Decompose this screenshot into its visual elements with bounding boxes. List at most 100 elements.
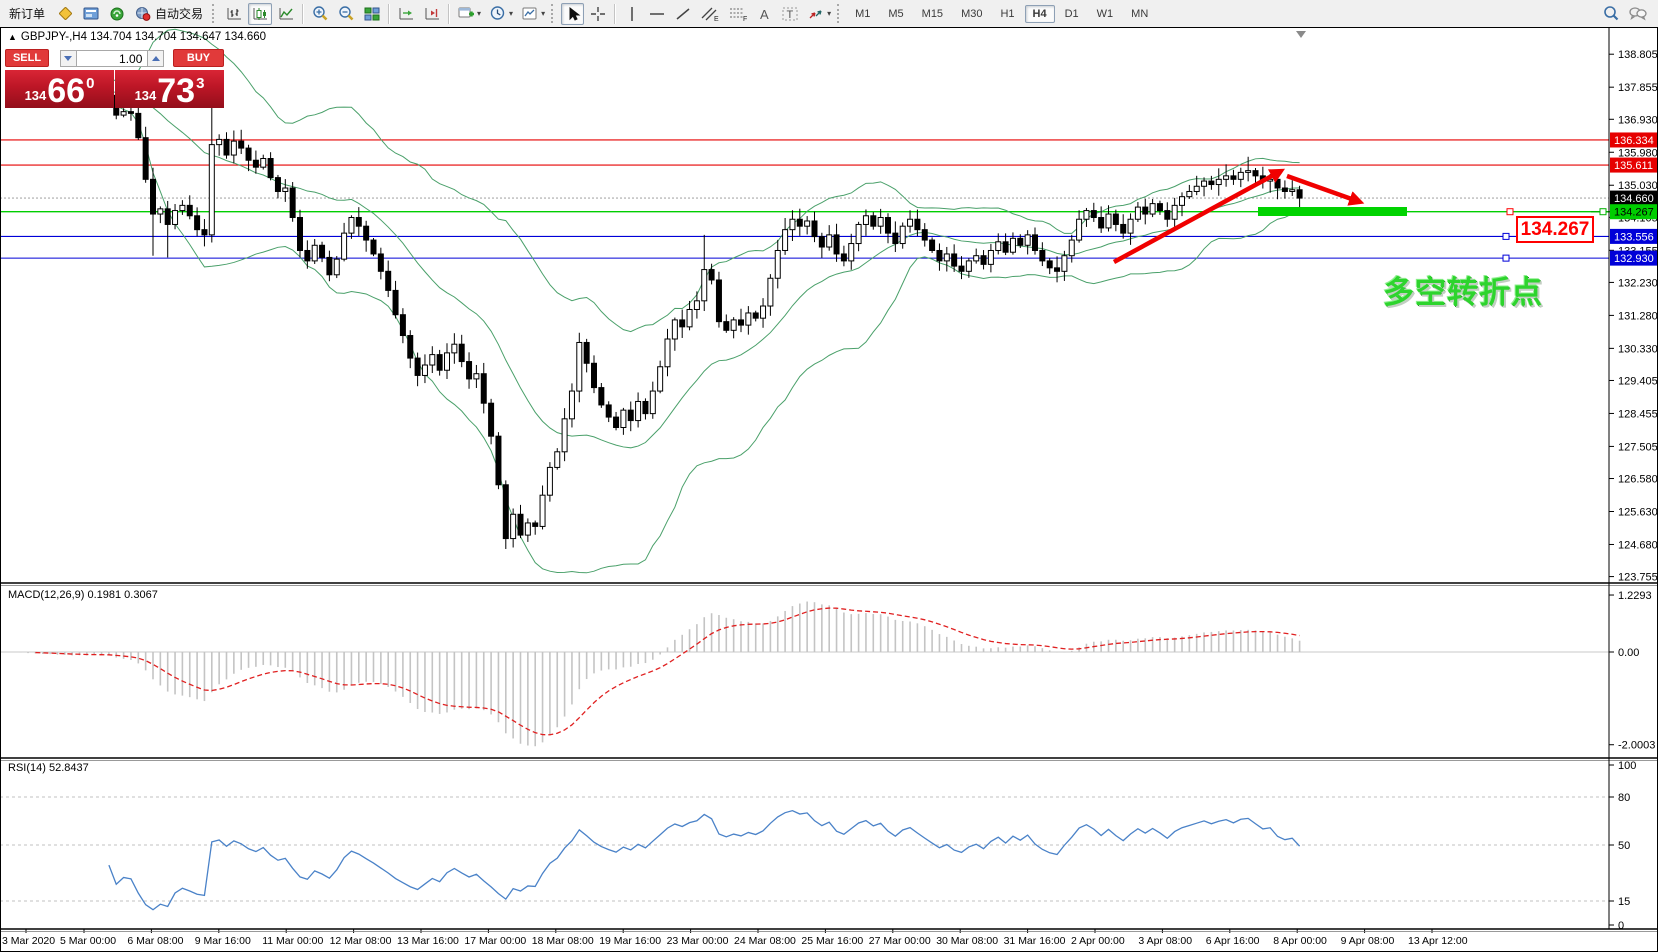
bar-chart-button[interactable] bbox=[222, 3, 246, 25]
candle-body bbox=[555, 452, 560, 468]
timeframe-button-m1[interactable]: M1 bbox=[847, 5, 878, 23]
volume-decrease-button[interactable] bbox=[60, 50, 77, 67]
candle-body bbox=[886, 218, 891, 234]
time-axis-label[interactable]: 13 Apr 12:00 bbox=[1408, 935, 1468, 947]
price-callout-label[interactable]: 134.267 bbox=[1516, 216, 1594, 243]
candle-body bbox=[650, 391, 655, 414]
text-label-button[interactable]: T bbox=[778, 3, 802, 25]
time-axis-label[interactable]: 25 Mar 16:00 bbox=[801, 935, 863, 947]
candle-body bbox=[195, 216, 200, 230]
sell-button[interactable]: SELL bbox=[5, 49, 49, 67]
buy-button[interactable]: BUY bbox=[173, 49, 224, 67]
zoom-out-button[interactable] bbox=[334, 3, 358, 25]
candle-body bbox=[783, 230, 788, 251]
chart-canvas[interactable]: 138.805137.855136.930135.980135.030134.1… bbox=[0, 27, 1658, 952]
price-badge-label: 132.930 bbox=[1614, 253, 1654, 265]
arrows-button[interactable]: ▾ bbox=[804, 3, 834, 25]
search-button[interactable] bbox=[1599, 3, 1623, 25]
time-axis-label[interactable]: 18 Mar 08:00 bbox=[532, 935, 594, 947]
toolbar-separator bbox=[448, 4, 450, 24]
volume-input[interactable]: 1.00 bbox=[77, 50, 148, 67]
time-axis-label[interactable]: 5 Mar 00:00 bbox=[60, 935, 116, 947]
cursor-button[interactable] bbox=[561, 3, 584, 25]
object-anchor-marker[interactable] bbox=[1507, 209, 1513, 215]
toolbar-separator bbox=[614, 4, 616, 24]
toolbar-grip[interactable] bbox=[551, 4, 558, 23]
vertical-line-button[interactable] bbox=[620, 3, 643, 25]
annotation-text[interactable]: 多空转折点 bbox=[1383, 267, 1543, 312]
candle-body bbox=[371, 240, 376, 254]
time-axis-label[interactable]: 30 Mar 08:00 bbox=[936, 935, 998, 947]
candle-body bbox=[768, 278, 773, 306]
candlestick-chart-button[interactable] bbox=[248, 3, 272, 25]
candle-body bbox=[592, 363, 597, 387]
timeframe-button-mn[interactable]: MN bbox=[1123, 5, 1156, 23]
line-chart-button[interactable] bbox=[274, 3, 298, 25]
toolbar-grip[interactable] bbox=[837, 4, 844, 23]
collapse-arrow-icon[interactable]: ▲ bbox=[8, 32, 17, 42]
candle-body bbox=[1282, 188, 1287, 191]
time-axis-label[interactable]: 3 Apr 08:00 bbox=[1138, 935, 1192, 947]
toolbar-grip[interactable] bbox=[212, 4, 219, 23]
equidistant-channel-button[interactable]: E bbox=[697, 3, 723, 25]
time-axis-label[interactable]: 27 Mar 00:00 bbox=[869, 935, 931, 947]
new-chart-button[interactable]: ▾ bbox=[454, 3, 484, 25]
timeframe-button-w1[interactable]: W1 bbox=[1089, 5, 1122, 23]
periods-button[interactable]: ▾ bbox=[486, 3, 516, 25]
rsi-axis-label: 0 bbox=[1618, 920, 1624, 932]
horizontal-line-button[interactable] bbox=[645, 3, 669, 25]
time-axis-label[interactable]: 24 Mar 08:00 bbox=[734, 935, 796, 947]
candle-body bbox=[239, 141, 244, 148]
time-axis-label[interactable]: 23 Mar 00:00 bbox=[667, 935, 729, 947]
time-axis-label[interactable]: 2 Apr 00:00 bbox=[1071, 935, 1125, 947]
toolbar-separator bbox=[388, 4, 390, 24]
time-axis-label[interactable]: 9 Mar 16:00 bbox=[195, 935, 251, 947]
new-order-button[interactable]: 新订单 bbox=[3, 3, 51, 25]
volume-increase-button[interactable] bbox=[147, 50, 164, 67]
crosshair-button[interactable] bbox=[586, 3, 610, 25]
time-axis-label[interactable]: 3 Mar 2020 bbox=[2, 935, 55, 947]
zoom-in-button[interactable] bbox=[308, 3, 332, 25]
timeframe-button-h4[interactable]: H4 bbox=[1025, 5, 1055, 23]
tile-windows-button[interactable] bbox=[360, 3, 384, 25]
time-axis-label[interactable]: 11 Mar 00:00 bbox=[262, 935, 323, 947]
fibonacci-button[interactable]: F bbox=[725, 3, 751, 25]
timeframe-button-m5[interactable]: M5 bbox=[880, 5, 911, 23]
timeframe-button-h1[interactable]: H1 bbox=[992, 5, 1022, 23]
time-axis-label[interactable]: 6 Apr 16:00 bbox=[1206, 935, 1260, 947]
candle-body bbox=[827, 235, 832, 247]
text-button[interactable]: A bbox=[753, 3, 776, 25]
candle-body bbox=[415, 358, 420, 375]
object-anchor-marker[interactable] bbox=[1600, 209, 1606, 215]
object-anchor-marker[interactable] bbox=[1503, 255, 1509, 261]
time-axis-label[interactable]: 17 Mar 00:00 bbox=[464, 935, 526, 947]
time-axis-label[interactable]: 19 Mar 16:00 bbox=[599, 935, 661, 947]
time-axis-label[interactable]: 6 Mar 08:00 bbox=[127, 935, 183, 947]
time-axis-label[interactable]: 8 Apr 00:00 bbox=[1273, 935, 1327, 947]
candle-body bbox=[1157, 204, 1162, 211]
support-zone-bar[interactable] bbox=[1258, 207, 1407, 216]
auto-scroll-button[interactable] bbox=[420, 3, 444, 25]
candle-body bbox=[268, 159, 273, 178]
templates-button[interactable]: ▾ bbox=[518, 3, 548, 25]
time-axis-label[interactable]: 13 Mar 16:00 bbox=[397, 935, 459, 947]
time-axis-label[interactable]: 12 Mar 08:00 bbox=[330, 935, 392, 947]
charts-button[interactable] bbox=[79, 3, 103, 25]
timeframe-button-m30[interactable]: M30 bbox=[953, 5, 990, 23]
timeframe-button-m15[interactable]: M15 bbox=[914, 5, 951, 23]
sell-price-panel[interactable]: 134 66 0 bbox=[5, 70, 114, 108]
market-watch-button[interactable] bbox=[53, 3, 77, 25]
chart-shift-button[interactable] bbox=[394, 3, 418, 25]
autotrading-button[interactable]: 自动交易 bbox=[131, 3, 209, 25]
buy-price-panel[interactable]: 134 73 3 bbox=[115, 70, 224, 108]
trendline-button[interactable] bbox=[671, 3, 695, 25]
candle-body bbox=[944, 254, 949, 261]
candle-body bbox=[356, 218, 361, 227]
object-anchor-marker[interactable] bbox=[1503, 233, 1509, 239]
timeframe-button-d1[interactable]: D1 bbox=[1057, 5, 1087, 23]
navigator-button[interactable] bbox=[105, 3, 129, 25]
candle-body bbox=[871, 216, 876, 226]
time-axis-label[interactable]: 9 Apr 08:00 bbox=[1341, 935, 1395, 947]
chat-button[interactable] bbox=[1625, 3, 1651, 25]
time-axis-label[interactable]: 31 Mar 16:00 bbox=[1004, 935, 1066, 947]
